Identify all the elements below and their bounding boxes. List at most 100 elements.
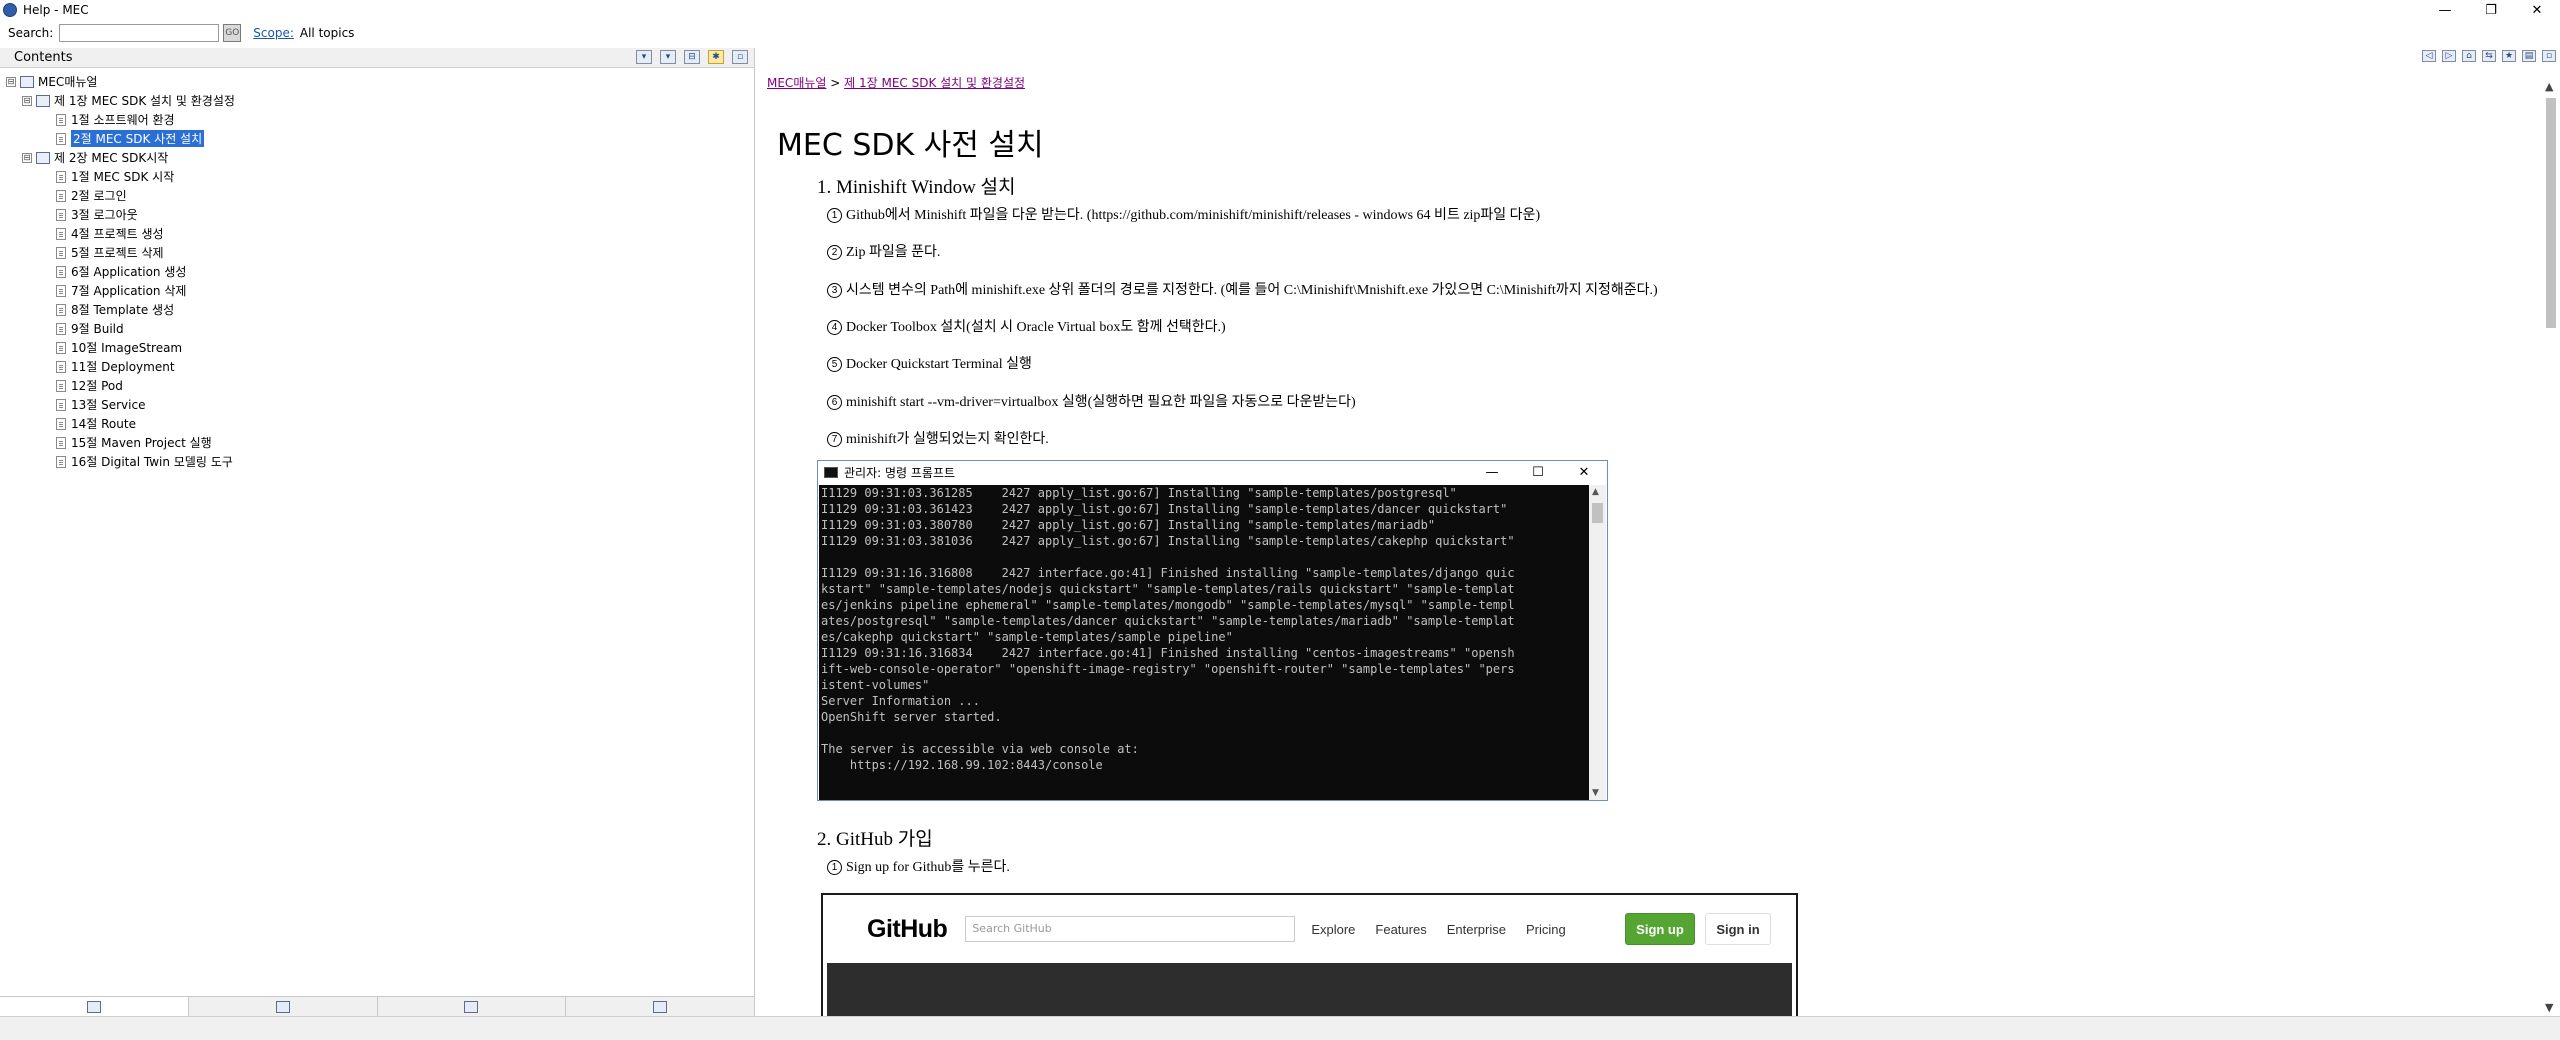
- tree-item[interactable]: ⊟ 제 2장 MEC SDK시작: [0, 148, 754, 167]
- topic-page-icon: [56, 303, 66, 316]
- tree-item[interactable]: 1절 MEC SDK 시작: [0, 167, 754, 186]
- step-item: 2 Zip 파일을 푼다.: [827, 241, 940, 261]
- tab-search-results[interactable]: [377, 997, 567, 1016]
- topic-scrollbar[interactable]: ▲ ▼: [2542, 78, 2560, 1016]
- console-line: I1129 09:31:03.361285 2427 apply_list.go…: [821, 486, 1457, 500]
- tree-item[interactable]: 3절 로그아웃: [0, 205, 754, 224]
- tree-item-label: MEC매뉴얼: [38, 75, 98, 89]
- home-icon[interactable]: ⌂: [2462, 50, 2476, 62]
- tree-item[interactable]: 4절 프로젝트 생성: [0, 224, 754, 243]
- topic-page-icon: [56, 322, 66, 335]
- book-icon: [20, 75, 34, 88]
- tree-item-label: 1절 소프트웨어 환경: [71, 113, 175, 127]
- tree-item[interactable]: 1절 소프트웨어 환경: [0, 110, 754, 129]
- github-logo: GitHub: [867, 914, 948, 943]
- tree-item-label: 6절 Application 생성: [71, 265, 187, 279]
- close-button[interactable]: ✕: [2514, 0, 2560, 20]
- scroll-thumb[interactable]: [2546, 98, 2556, 328]
- topic-page-icon: [56, 246, 66, 259]
- tree-item-label: 4절 프로젝트 생성: [71, 227, 164, 241]
- maximize-topic-icon[interactable]: ▫: [2542, 50, 2556, 62]
- console-line: I1129 09:31:03.380780 2427 apply_list.go…: [821, 518, 1436, 532]
- collapse-all-icon[interactable]: ⊟: [684, 50, 700, 64]
- minimize-button[interactable]: —: [2422, 0, 2468, 20]
- topic-page-icon: [56, 170, 66, 183]
- tree-item[interactable]: 7절 Application 삭제: [0, 281, 754, 300]
- tree-item-label: 2절 MEC SDK 사전 설치: [71, 130, 205, 147]
- forward-icon[interactable]: ▷: [2442, 50, 2456, 62]
- tree-item[interactable]: ⊟ 제 1장 MEC SDK 설치 및 환경설정: [0, 91, 754, 110]
- console-titlebar: 관리자: 명령 프롬프트 — ☐ ✕: [818, 461, 1607, 483]
- tree-item[interactable]: 15절 Maven Project 실행: [0, 433, 754, 452]
- back-icon[interactable]: ◁: [2422, 50, 2436, 62]
- tree-item[interactable]: 8절 Template 생성: [0, 300, 754, 319]
- tree-item-label: 13절 Service: [71, 398, 146, 412]
- maximize-pane-icon[interactable]: ▫: [732, 50, 748, 64]
- console-line: I1129 09:31:16.316834 2427 interface.go:…: [821, 646, 1515, 660]
- search-bar: Search: GO Scope: All topics: [0, 20, 2560, 46]
- tree-item-label: 3절 로그아웃: [71, 208, 138, 222]
- print-icon[interactable]: ▾: [636, 50, 652, 64]
- topic-page-icon: [56, 265, 66, 278]
- breadcrumb-root-link[interactable]: MEC매뉴얼: [767, 76, 826, 90]
- contents-pane: Contents ▾ ▾ ⊟ ✱ ▫ ⊟ MEC매뉴얼 ⊟ 제 1장 MEC SDK …: [0, 48, 755, 1016]
- collapse-toggle-icon[interactable]: ⊟: [22, 152, 32, 163]
- topic-page-icon: [56, 417, 66, 430]
- breadcrumb: MEC매뉴얼 > 제 1장 MEC SDK 설치 및 환경설정: [767, 74, 1025, 91]
- tab-bookmarks[interactable]: [566, 997, 755, 1016]
- step-text: Github에서 Minishift 파일을 다운 받는다. (https://…: [846, 208, 1541, 223]
- tree-item[interactable]: 5절 프로젝트 삭제: [0, 243, 754, 262]
- link-with-contents-icon[interactable]: ▾: [660, 50, 676, 64]
- console-line: Server Information ...: [821, 694, 980, 708]
- search-input[interactable]: [59, 24, 220, 42]
- help-app-icon: [3, 3, 17, 17]
- tree-item[interactable]: ⊟ MEC매뉴얼: [0, 72, 754, 91]
- bookmark-icon[interactable]: ★: [2502, 50, 2516, 62]
- topic-page-icon: [56, 113, 66, 126]
- pane-tabs: [0, 996, 755, 1016]
- step-number: 7: [827, 432, 842, 447]
- topic-page-icon: [56, 455, 66, 468]
- contents-tree: ⊟ MEC매뉴얼 ⊟ 제 1장 MEC SDK 설치 및 환경설정 1절 소프트웨어 환…: [0, 68, 754, 471]
- tree-item[interactable]: 13절 Service: [0, 395, 754, 414]
- tree-item[interactable]: 10절 ImageStream: [0, 338, 754, 357]
- scroll-down-arrow-icon[interactable]: ▼: [2545, 1001, 2553, 1014]
- show-in-contents-icon[interactable]: ⇆: [2482, 50, 2496, 62]
- collapse-toggle-icon[interactable]: ⊟: [6, 76, 16, 87]
- tree-item-label: 2절 로그인: [71, 189, 127, 203]
- console-line: OpenShift server started.: [821, 710, 1002, 724]
- tab-contents[interactable]: [0, 997, 189, 1016]
- tree-item[interactable]: 16절 Digital Twin 모델링 도구: [0, 452, 754, 471]
- step-number: 3: [827, 283, 842, 298]
- topic-page-icon: [56, 341, 66, 354]
- topic-page-icon: [56, 284, 66, 297]
- collapse-toggle-icon[interactable]: ⊟: [22, 95, 32, 106]
- tree-item[interactable]: 6절 Application 생성: [0, 262, 754, 281]
- tree-item[interactable]: 11절 Deployment: [0, 357, 754, 376]
- tree-item[interactable]: 12절 Pod: [0, 376, 754, 395]
- console-title: 관리자: 명령 프롬프트: [844, 465, 956, 480]
- tree-item[interactable]: 2절 MEC SDK 사전 설치: [0, 129, 754, 148]
- print-topic-icon[interactable]: ▤: [2522, 50, 2536, 62]
- tree-item-label: 16절 Digital Twin 모델링 도구: [71, 455, 233, 469]
- restore-button[interactable]: ❐: [2468, 0, 2514, 20]
- breadcrumb-chapter-link[interactable]: 제 1장 MEC SDK 설치 및 환경설정: [844, 76, 1025, 90]
- tree-item[interactable]: 2절 로그인: [0, 186, 754, 205]
- github-signin-button: Sign in: [1705, 913, 1771, 945]
- section-heading-1: 1. Minishift Window 설치: [817, 177, 1016, 198]
- book-icon: [36, 94, 50, 107]
- scroll-up-arrow-icon[interactable]: ▲: [2545, 80, 2553, 93]
- console-line: The server is accessible via web console…: [821, 742, 1139, 756]
- go-button[interactable]: GO: [223, 24, 242, 42]
- console-line: https://192.168.99.102:8443/console: [821, 758, 1103, 772]
- show-all-topics-icon[interactable]: ✱: [708, 50, 724, 64]
- tree-item[interactable]: 9절 Build: [0, 319, 754, 338]
- scroll-up-icon: ▲: [1592, 487, 1599, 497]
- contents-header: Contents ▾ ▾ ⊟ ✱ ▫: [0, 48, 754, 68]
- tab-index[interactable]: [188, 997, 378, 1016]
- scope-link[interactable]: Scope:: [253, 26, 294, 40]
- topic-page-icon: [56, 436, 66, 449]
- tree-item[interactable]: 14절 Route: [0, 414, 754, 433]
- contents-tab-icon: [86, 1000, 101, 1013]
